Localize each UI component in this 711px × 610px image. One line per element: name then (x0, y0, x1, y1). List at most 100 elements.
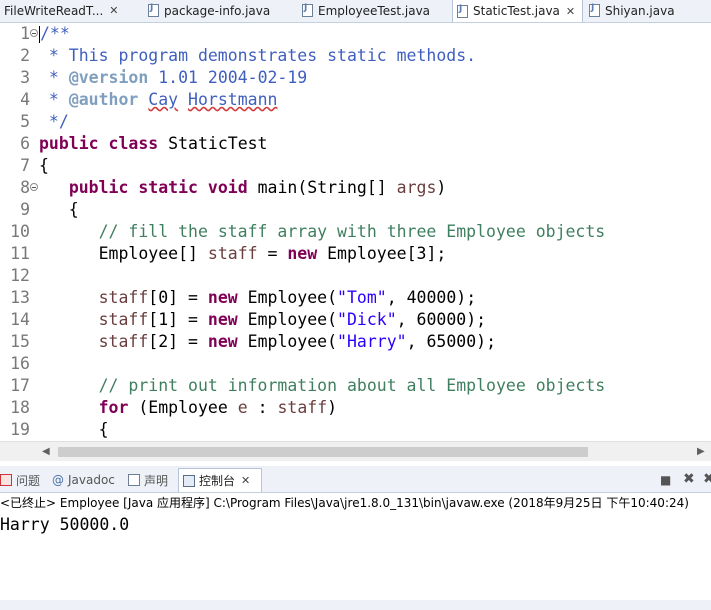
tab-declaration[interactable]: 声明 (128, 468, 174, 492)
code-token: class (108, 134, 159, 153)
code-text: /** (39, 23, 70, 45)
tab-console[interactable]: 控制台 ✕ (178, 468, 262, 492)
remove-launch-icon[interactable]: ✖ (683, 471, 695, 487)
tab-statictest[interactable]: StaticTest.java ✕ (452, 0, 583, 22)
code-text: { (39, 199, 79, 221)
code-token: public (39, 134, 99, 153)
code-token: * This program demonstrates static metho… (39, 46, 477, 65)
code-line[interactable]: 9 { (0, 199, 711, 221)
code-line[interactable]: 3 * @version 1.01 2004-02-19 (0, 67, 711, 89)
tab-javadoc[interactable]: @ Javadoc (52, 468, 122, 492)
code-token: , 60000); (396, 310, 487, 329)
code-token: */ (39, 112, 69, 131)
remove-all-icon[interactable]: ✖ (703, 471, 711, 487)
code-line[interactable]: 16 (0, 353, 711, 375)
code-line[interactable]: 5 */ (0, 111, 711, 133)
code-line[interactable]: 6 public class StaticTest (0, 133, 711, 155)
tab-label: StaticTest.java (473, 4, 560, 18)
code-line[interactable]: 19 { (0, 419, 711, 441)
line-number: 5 (20, 112, 30, 131)
line-number: 13 (10, 288, 30, 307)
code-text: * @author Cay Horstmann (39, 89, 278, 111)
code-token: { (39, 156, 49, 175)
code-line[interactable]: 18 for (Employee e : staff) (0, 397, 711, 419)
stop-icon[interactable]: ■ (660, 473, 671, 487)
code-token: Employee( (237, 310, 338, 329)
line-number: 14 (10, 310, 30, 329)
code-text: { (39, 155, 49, 177)
tab-employeetest[interactable]: EmployeeTest.java (302, 0, 447, 21)
code-text: // print out information about all Emplo… (39, 375, 606, 397)
code-line[interactable]: 4 * @author Cay Horstmann (0, 89, 711, 111)
java-file-icon (457, 4, 468, 18)
line-number: 4 (20, 90, 30, 109)
code-line[interactable]: 12 (0, 265, 711, 287)
code-token: { (39, 200, 79, 219)
close-icon[interactable]: ✕ (109, 4, 118, 17)
line-number: 12 (10, 266, 30, 285)
code-line[interactable]: 10 // fill the staff array with three Em… (0, 221, 711, 243)
scroll-left-icon[interactable]: ◀ (42, 446, 50, 457)
editor-tab-bar: FileWriteReadT... ✕ package-info.java Em… (0, 0, 711, 23)
code-token: args (396, 178, 437, 197)
code-token: Cay (148, 90, 179, 109)
console-output[interactable]: Harry 50000.0 (0, 514, 129, 536)
code-token: /** (40, 24, 70, 43)
code-token: new (287, 244, 318, 263)
tab-label: FileWriteReadT... (4, 3, 104, 18)
code-token: new (207, 332, 238, 351)
tab-filewriteread[interactable]: FileWriteReadT... ✕ (0, 0, 141, 21)
tab-label: package-info.java (164, 3, 271, 18)
fold-toggle-icon[interactable] (30, 183, 38, 191)
scroll-right-icon[interactable]: ▶ (697, 446, 705, 457)
horizontal-scrollbar[interactable]: ◀ ▶ (0, 441, 711, 461)
tab-problems[interactable]: 问题 (0, 468, 46, 492)
line-number: 15 (10, 332, 30, 351)
code-text: * @version 1.01 2004-02-19 (39, 67, 307, 89)
code-token: "Tom" (337, 288, 387, 307)
code-token: , 40000); (386, 288, 477, 307)
tab-label: 控制台 (199, 474, 236, 488)
code-line[interactable]: 11 Employee[] staff = new Employee[3]; (0, 243, 711, 265)
java-file-icon (302, 3, 313, 17)
tab-package-info[interactable]: package-info.java (148, 0, 298, 21)
code-editor[interactable]: 1 /** 2 * This program demonstrates static… (0, 23, 711, 441)
code-line[interactable]: 17 // print out information about all Em… (0, 375, 711, 397)
line-number: 7 (20, 156, 30, 175)
code-token: = (257, 244, 288, 263)
scrollbar-thumb[interactable] (58, 447, 588, 457)
line-number: 19 (10, 420, 30, 439)
close-icon[interactable]: ✕ (566, 5, 575, 18)
code-token: // print out information about all Emplo… (98, 376, 606, 395)
code-token: new (207, 310, 238, 329)
close-icon[interactable]: ✕ (241, 474, 250, 487)
code-token: 1.01 2004-02-19 (148, 68, 308, 87)
code-line[interactable]: 8 public static void main(String[] args) (0, 177, 711, 199)
code-line[interactable]: 7{ (0, 155, 711, 177)
code-text: staff[1] = new Employee("Dick", 60000); (39, 309, 486, 331)
code-token: Employee( (237, 288, 338, 307)
line-number: 1 (20, 24, 30, 43)
code-token: , 65000); (406, 332, 496, 351)
code-line[interactable]: 2 * This program demonstrates static met… (0, 45, 711, 67)
code-line[interactable]: 15 staff[2] = new Employee("Harry", 6500… (0, 331, 711, 353)
code-line[interactable]: 14 staff[1] = new Employee("Dick", 60000… (0, 309, 711, 331)
line-number: 11 (10, 244, 30, 263)
code-token: [0] = (148, 288, 208, 307)
code-token: staff (98, 288, 149, 307)
tab-shiyan[interactable]: Shiyan.java (588, 0, 711, 21)
code-token: // fill the staff array with three Emplo… (98, 222, 606, 241)
code-token: staff (277, 398, 328, 417)
code-line[interactable]: 1 /** (0, 23, 711, 45)
fold-toggle-icon[interactable] (30, 29, 38, 37)
code-token: "Dick" (337, 310, 397, 329)
tab-label: 声明 (144, 473, 169, 488)
line-number: 10 (10, 222, 30, 241)
code-token: "Harry" (337, 332, 407, 351)
code-line[interactable]: 13 staff[0] = new Employee("Tom", 40000)… (0, 287, 711, 309)
